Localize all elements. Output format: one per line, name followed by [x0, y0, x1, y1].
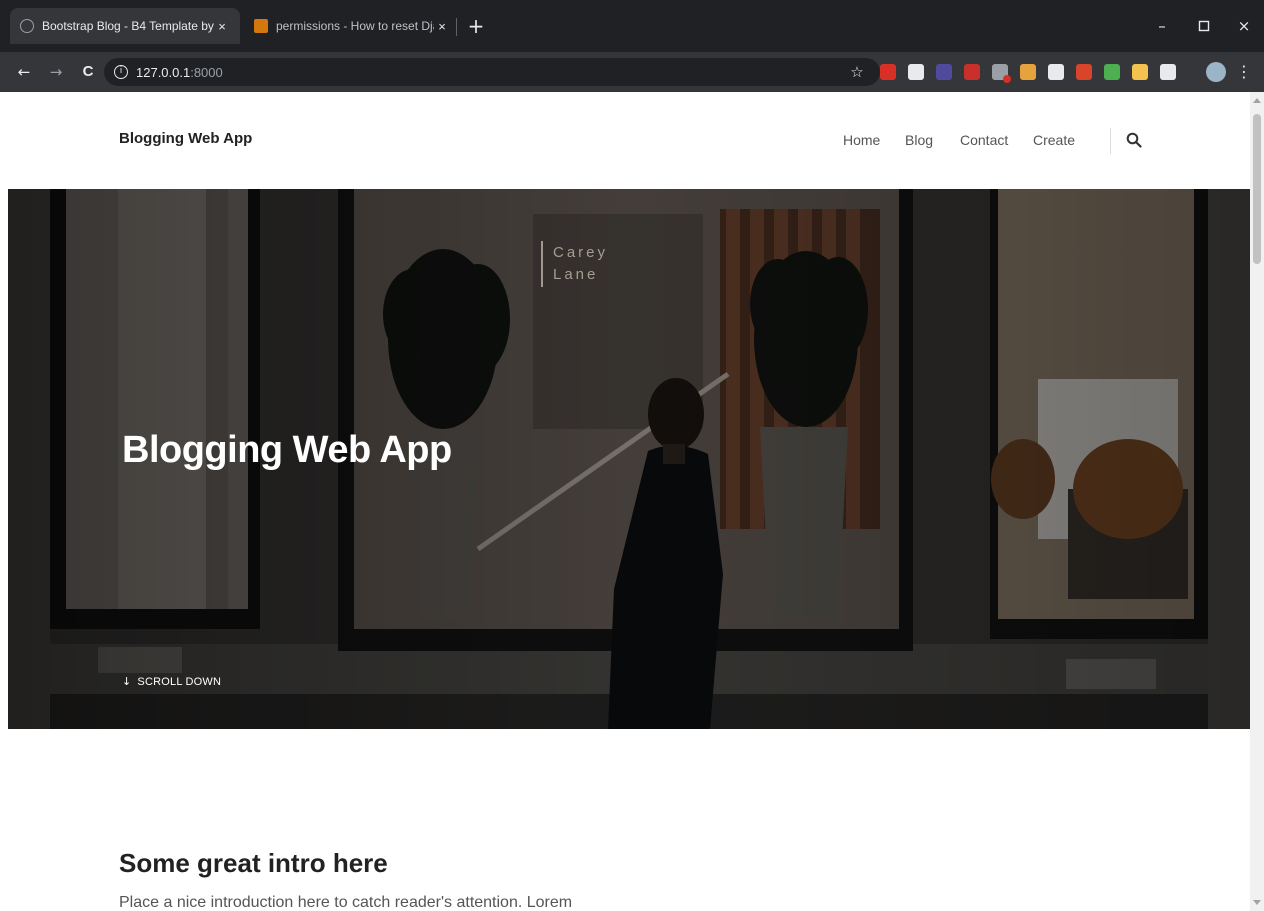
nav-divider — [1110, 128, 1111, 154]
tab-separator — [456, 18, 457, 36]
browser-toolbar: ← → C i 127.0.0.1:8000 ☆ ⋮ — [0, 52, 1264, 92]
nav-link-create[interactable]: Create — [1033, 132, 1075, 148]
scroll-down-label: SCROLL DOWN — [137, 675, 222, 688]
browser-tab-bar: Bootstrap Blog - B4 Template by × permis… — [0, 0, 1264, 52]
address-port: :8000 — [190, 64, 223, 80]
minimize-button[interactable]: – — [1146, 14, 1178, 38]
back-button[interactable]: ← — [12, 60, 36, 84]
page-viewport: Blogging Web App Home Blog Contact Creat… — [0, 92, 1264, 911]
reload-button[interactable]: C — [76, 60, 100, 84]
extension-icon[interactable] — [908, 64, 924, 80]
maximize-button[interactable] — [1188, 14, 1220, 38]
extension-icon[interactable] — [1020, 64, 1036, 80]
browser-menu-button[interactable]: ⋮ — [1236, 60, 1252, 84]
notification-badge — [1003, 75, 1011, 83]
site-brand[interactable]: Blogging Web App — [119, 130, 252, 147]
new-tab-button[interactable]: + — [464, 14, 488, 38]
extension-icon[interactable] — [992, 64, 1011, 83]
extension-icon[interactable] — [1160, 64, 1176, 80]
window-sign-word: Carey — [553, 244, 608, 261]
extension-icon[interactable] — [936, 64, 952, 80]
scroll-up-arrow-icon[interactable] — [1253, 98, 1261, 103]
arrow-down-icon: ↓ — [122, 675, 132, 688]
maximize-icon — [1198, 20, 1210, 32]
extension-icon[interactable] — [1104, 64, 1120, 80]
nav-link-blog[interactable]: Blog — [905, 132, 933, 148]
nav-link-home[interactable]: Home — [843, 132, 880, 148]
globe-icon — [20, 19, 34, 33]
site-navbar: Blogging Web App Home Blog Contact Creat… — [0, 92, 1250, 189]
close-tab-icon[interactable]: × — [434, 19, 450, 34]
close-tab-icon[interactable]: × — [214, 19, 230, 34]
page-scrollbar[interactable] — [1250, 92, 1264, 911]
search-icon[interactable] — [1126, 132, 1142, 148]
scrollbar-thumb[interactable] — [1253, 114, 1261, 264]
bookmark-star-icon[interactable]: ☆ — [846, 60, 868, 84]
window-sign-word: Lane — [553, 266, 598, 283]
stackoverflow-icon — [254, 19, 268, 33]
scroll-down-arrow-icon[interactable] — [1253, 900, 1261, 905]
profile-avatar[interactable] — [1206, 62, 1226, 82]
nav-link-contact[interactable]: Contact — [960, 132, 1008, 148]
extension-icon[interactable] — [1132, 64, 1148, 80]
intro-heading: Some great intro here — [119, 848, 388, 878]
close-window-button[interactable]: × — [1228, 14, 1260, 38]
extension-icon[interactable] — [964, 64, 980, 80]
intro-paragraph: Place a nice introduction here to catch … — [119, 894, 573, 911]
extension-icon[interactable] — [1076, 64, 1092, 80]
tab-bootstrap-blog[interactable]: Bootstrap Blog - B4 Template by × — [10, 8, 240, 44]
address-host: 127.0.0.1 — [136, 64, 191, 80]
extension-icon[interactable] — [880, 64, 896, 80]
tab-title: Bootstrap Blog - B4 Template by — [42, 19, 214, 33]
forward-button[interactable]: → — [44, 60, 68, 84]
hero-section: Carey Lane Blogging Web App ↓ SCROLL DOW… — [8, 189, 1250, 729]
hero-title: Blogging Web App — [122, 429, 452, 471]
tab-permissions[interactable]: permissions - How to reset Djan × — [244, 8, 460, 44]
tab-title: permissions - How to reset Djan — [276, 19, 434, 33]
scroll-down-link[interactable]: ↓ SCROLL DOWN — [122, 675, 221, 688]
extension-icon[interactable] — [1048, 64, 1064, 80]
info-icon[interactable]: i — [114, 65, 128, 79]
address-bar[interactable]: i 127.0.0.1:8000 — [104, 58, 880, 86]
